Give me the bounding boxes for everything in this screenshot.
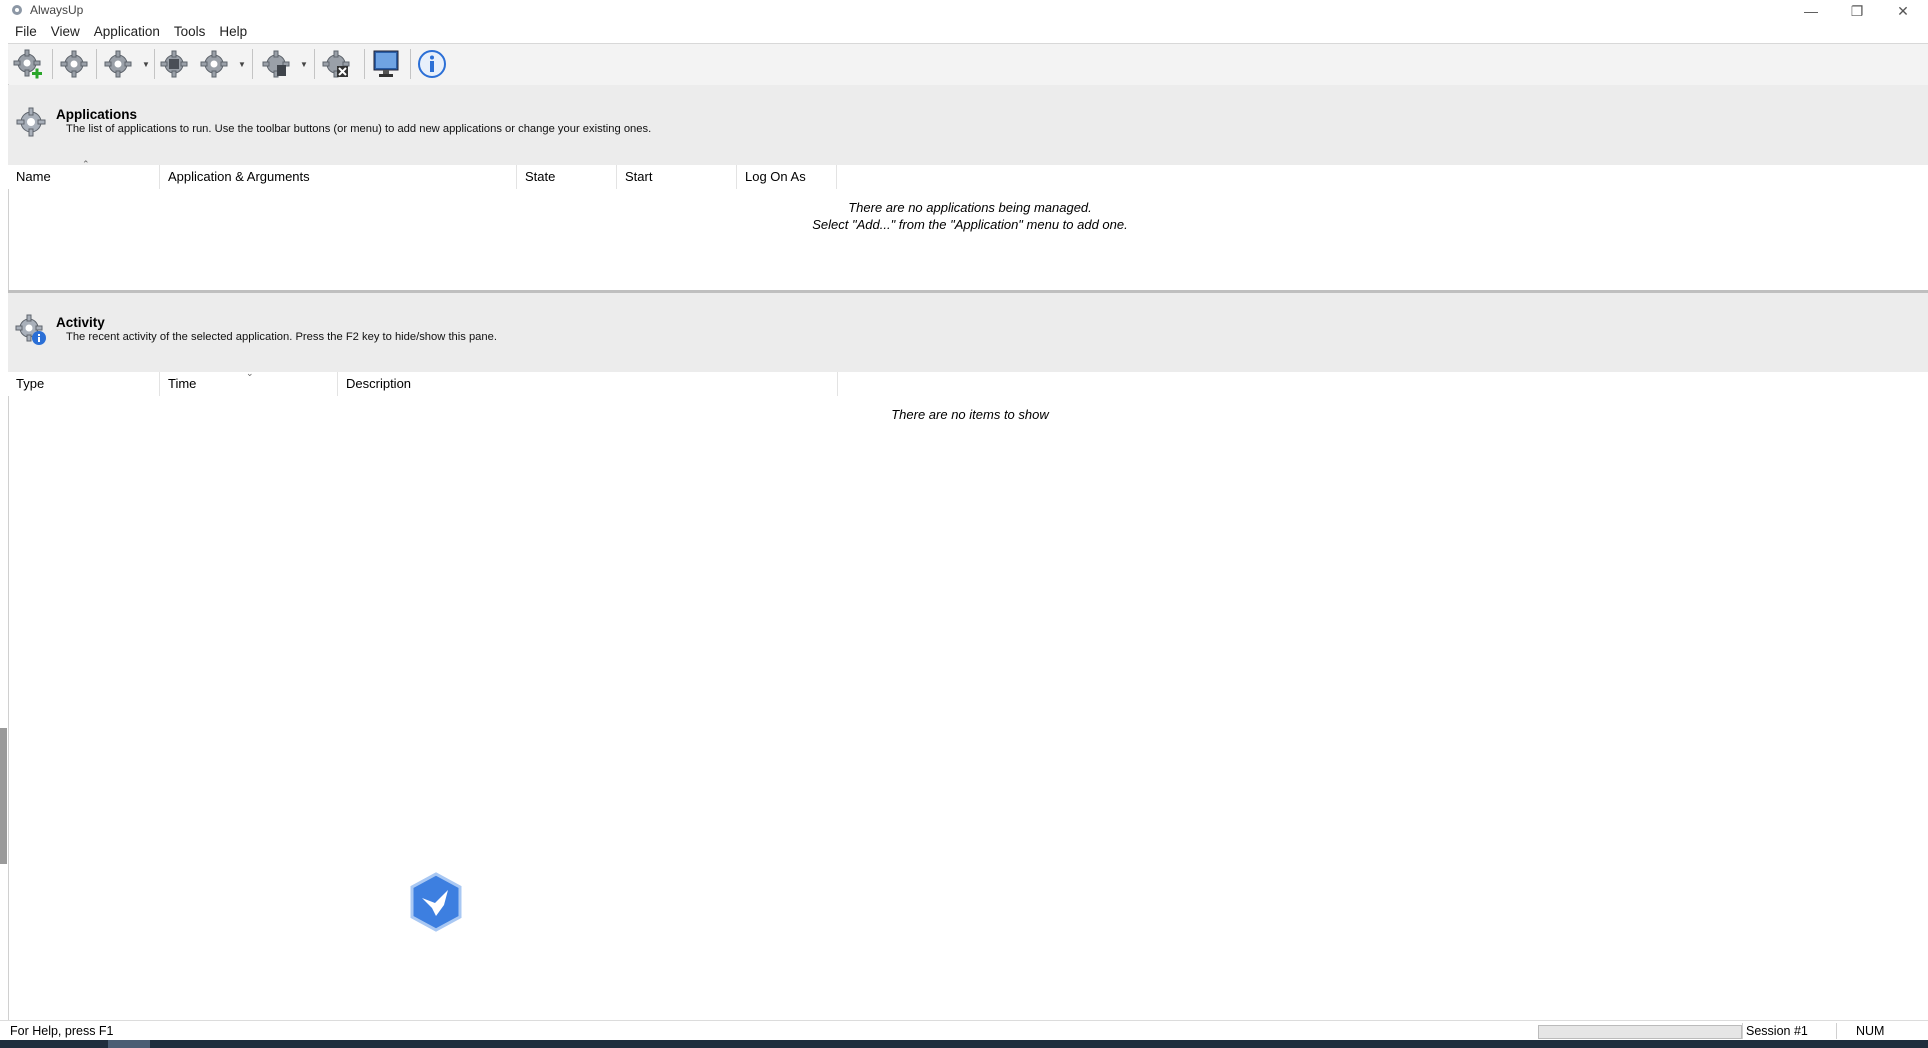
status-progress-bar bbox=[1538, 1025, 1742, 1039]
activity-empty-message: There are no items to show bbox=[891, 407, 1049, 422]
taskbar-strip bbox=[0, 1040, 1928, 1048]
activity-gear-icon bbox=[15, 314, 46, 345]
column-application-arguments[interactable]: Application & Arguments bbox=[160, 165, 517, 189]
about-button[interactable] bbox=[416, 48, 448, 80]
column-type[interactable]: Type bbox=[8, 372, 160, 396]
add-application-icon bbox=[13, 49, 42, 79]
close-button[interactable]: ✕ bbox=[1880, 0, 1926, 22]
status-help-text: For Help, press F1 bbox=[10, 1024, 114, 1038]
column-description[interactable]: Description bbox=[338, 372, 838, 396]
menu-tools[interactable]: Tools bbox=[167, 22, 213, 42]
column-start[interactable]: Start bbox=[617, 165, 737, 189]
remove-application-icon bbox=[322, 50, 350, 78]
applications-title: Applications bbox=[56, 107, 138, 122]
sort-descending-icon: ⌄ bbox=[246, 368, 254, 378]
monitor-icon bbox=[373, 50, 399, 77]
minimize-button[interactable]: — bbox=[1788, 0, 1834, 22]
toolbar: ▼ ▼ ▼ bbox=[8, 43, 1928, 86]
application-report-button[interactable] bbox=[260, 48, 292, 80]
title-bar: AlwaysUp — ❐ ✕ bbox=[0, 0, 1928, 22]
status-session: Session #1 bbox=[1746, 1024, 1808, 1038]
applications-column-header: Name ⌃ Application & Arguments State Sta… bbox=[8, 159, 1928, 189]
applications-pane-header: Applications The list of applications to… bbox=[8, 85, 1928, 166]
activity-description: The recent activity of the selected appl… bbox=[66, 331, 497, 343]
stop-application-button[interactable] bbox=[158, 48, 190, 80]
activity-pane-header: Activity The recent activity of the sele… bbox=[8, 293, 1928, 374]
info-icon bbox=[418, 50, 446, 78]
stop-application-icon bbox=[160, 50, 188, 78]
sort-ascending-icon: ⌃ bbox=[82, 159, 90, 169]
menu-application[interactable]: Application bbox=[87, 22, 167, 42]
window-title: AlwaysUp bbox=[30, 3, 84, 17]
report-dropdown-arrow-icon[interactable]: ▼ bbox=[300, 60, 308, 69]
applications-description: The list of applications to run. Use the… bbox=[66, 123, 652, 135]
start-application-icon bbox=[104, 50, 132, 78]
restore-button[interactable]: ❐ bbox=[1834, 0, 1880, 22]
start-application-button[interactable] bbox=[102, 48, 134, 80]
column-log-on-as[interactable]: Log On As bbox=[737, 165, 837, 189]
left-scroll-indicator bbox=[0, 728, 7, 864]
applications-empty-line1: There are no applications being managed. bbox=[848, 200, 1092, 215]
start-dropdown-arrow-icon[interactable]: ▼ bbox=[142, 60, 150, 69]
column-state[interactable]: State bbox=[517, 165, 617, 189]
add-application-button[interactable] bbox=[12, 48, 44, 80]
activity-title: Activity bbox=[56, 315, 105, 330]
left-edge bbox=[0, 84, 9, 1024]
menu-view[interactable]: View bbox=[44, 22, 87, 42]
edit-application-button[interactable] bbox=[58, 48, 90, 80]
applications-gear-icon bbox=[16, 107, 46, 137]
floating-bird-logo-icon[interactable] bbox=[408, 872, 464, 932]
edit-application-icon bbox=[60, 50, 88, 78]
menu-bar: File View Application Tools Help bbox=[8, 22, 254, 42]
status-num-lock: NUM bbox=[1856, 1024, 1885, 1038]
restart-application-icon bbox=[200, 50, 228, 78]
application-report-icon bbox=[262, 50, 290, 78]
monitor-button[interactable] bbox=[370, 48, 402, 80]
status-bar: For Help, press F1 Session #1 NUM bbox=[0, 1020, 1928, 1041]
restart-application-button[interactable] bbox=[198, 48, 230, 80]
remove-application-button[interactable] bbox=[320, 48, 352, 80]
restart-dropdown-arrow-icon[interactable]: ▼ bbox=[238, 60, 246, 69]
menu-file[interactable]: File bbox=[8, 22, 44, 42]
app-icon bbox=[12, 5, 22, 15]
menu-help[interactable]: Help bbox=[212, 22, 254, 42]
activity-column-header: Type Time ⌄ Description bbox=[8, 368, 1928, 396]
applications-empty-line2: Select "Add..." from the "Application" m… bbox=[812, 217, 1128, 232]
